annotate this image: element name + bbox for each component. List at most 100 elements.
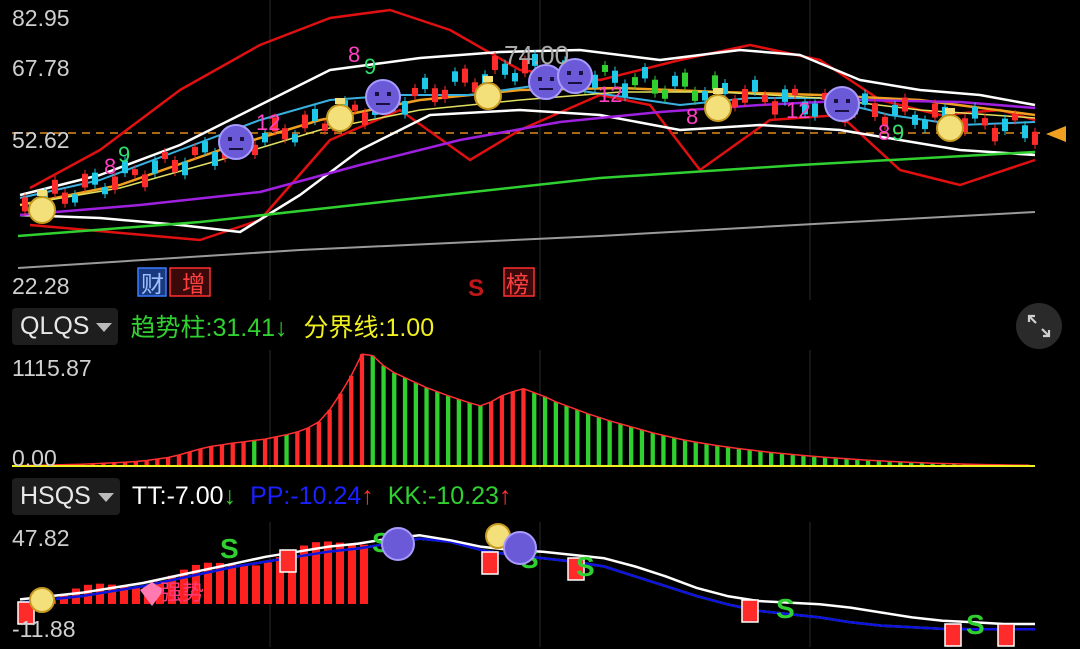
qlqs-bar (833, 458, 838, 466)
expand-button[interactable] (1016, 303, 1062, 349)
qlqs-bar (413, 382, 418, 466)
qlqs-chart[interactable]: 1115.87 0.00 (0, 350, 1080, 470)
candle-body (452, 71, 458, 82)
qlqs-bar (661, 435, 666, 466)
count-label: 8 (104, 154, 116, 179)
candle-body (1032, 131, 1038, 145)
candle-body (612, 70, 618, 83)
qlqs-bar (187, 451, 192, 466)
qlqs-trend-value: 31.41 (212, 314, 275, 342)
badge-bang: 榜 (506, 271, 529, 297)
qlqs-bar (607, 420, 612, 466)
sad-face-icon (381, 527, 415, 561)
candle-body (62, 192, 68, 204)
qlqs-bar (338, 393, 343, 466)
qlqs-bar (209, 446, 214, 466)
hsqs-ytick-bottom: -11.88 (12, 616, 76, 642)
candle-body (742, 88, 748, 103)
qlqs-bar (725, 447, 731, 466)
qlqs-bar (198, 448, 203, 466)
qlqs-bar (435, 391, 440, 466)
buy-mark-icon (279, 549, 297, 573)
qlqs-bar (370, 355, 375, 466)
qlqs-bars (15, 353, 1032, 467)
sad-face-icon (528, 64, 564, 100)
hsqs-tt-arrow: ↓ (223, 481, 237, 510)
count-label: 9 (364, 54, 376, 79)
qlqs-bar (693, 442, 698, 466)
hsqs-selector[interactable]: HSQS (12, 477, 120, 515)
candle-body (992, 127, 998, 142)
candle-body (712, 75, 718, 90)
candle-body (932, 103, 938, 118)
sad-face-icon (218, 124, 254, 160)
qlqs-bar (166, 457, 171, 466)
qlqs-bar (736, 448, 741, 466)
candle-body (982, 118, 988, 126)
qlqs-bar (349, 375, 354, 466)
qlqs-bar (747, 449, 752, 466)
count-label: 8 (686, 104, 698, 129)
candle-body (72, 194, 78, 203)
hsqs-ytick-top: 47.82 (12, 525, 70, 551)
candle-body (422, 77, 428, 90)
buy-mark-icon (944, 623, 962, 647)
candle-body (1022, 125, 1028, 139)
hsqs-pp-readout: PP:-10.24↑ (250, 482, 374, 511)
candle-body (302, 114, 308, 129)
candle-body (492, 56, 498, 71)
price-ytick-bottom: 22.28 (12, 273, 70, 299)
sell-mark-label: S (966, 609, 985, 640)
badge-s[interactable]: S (468, 275, 484, 300)
candle-body (692, 90, 698, 101)
count-label: 8 (348, 42, 360, 67)
qlqs-bar (586, 413, 591, 466)
count-label: 12 (598, 82, 622, 107)
hsqs-kk-arrow: ↑ (498, 481, 512, 510)
band-lower (29, 93, 1036, 242)
buy-mark-icon (481, 551, 499, 575)
qlqs-bar (715, 445, 720, 466)
hsqs-red-bar (132, 587, 140, 604)
hsqs-pp-arrow: ↑ (361, 481, 374, 510)
candle-body (632, 77, 638, 86)
money-bag-icon (29, 587, 55, 613)
moving-averages (17, 84, 1036, 269)
candle-body (432, 88, 438, 103)
qlqs-ytick-bottom: 0.00 (12, 445, 57, 470)
qlqs-bar (672, 437, 677, 466)
qlqs-bar (499, 395, 505, 466)
money-bag-icon (28, 196, 56, 224)
buy-mark-icon (997, 623, 1015, 647)
candle-body (922, 119, 928, 130)
qlqs-bar (532, 392, 537, 466)
hsqs-kk-value: -10.23 (428, 481, 499, 510)
candle-body (172, 159, 178, 173)
candle-body (672, 75, 678, 87)
money-bag-icon (704, 94, 732, 122)
money-bag-icon (474, 82, 502, 110)
candle-body (312, 109, 318, 122)
face-eye-icon (538, 77, 542, 81)
candle-body (402, 101, 408, 115)
qlqs-boundary-value: 1.00 (385, 314, 435, 342)
qlqs-selector[interactable]: QLQS (12, 307, 119, 345)
hsqs-chart[interactable]: SSSSSS 47.82 -11.88 强势 (0, 522, 1080, 647)
qlqs-bar (467, 402, 472, 466)
sell-mark-label: S (776, 593, 795, 624)
price-chart[interactable]: 8 9128 9128 128 9 82.95 67.78 52.62 22.28 74… (0, 0, 1080, 300)
hsqs-selector-label: HSQS (20, 481, 91, 510)
candle-body (202, 141, 208, 153)
qlqs-bar (446, 395, 451, 466)
candle-body (132, 169, 138, 176)
qlqs-bar (812, 456, 817, 466)
count-label: 12 (786, 98, 810, 123)
candle-body (292, 134, 298, 143)
candle-body (192, 146, 198, 156)
qlqs-bar (489, 401, 494, 466)
candle-body (142, 174, 148, 188)
ma-green (17, 150, 1036, 238)
qlqs-bar (155, 459, 160, 466)
candle-body (662, 89, 668, 99)
face-eye-icon (834, 99, 838, 103)
